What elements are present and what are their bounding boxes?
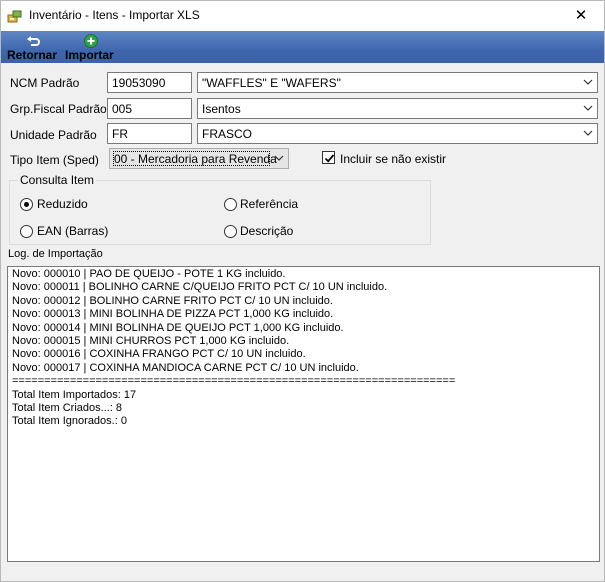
app-icon xyxy=(7,10,22,23)
ncm-description-value: "WAFFLES" E "WAFERS" xyxy=(202,76,341,90)
ncm-code-input[interactable]: 19053090 xyxy=(107,72,192,93)
log-line: ========================================… xyxy=(12,375,456,388)
log-line: Total Item Criados...: 8 xyxy=(12,402,123,415)
chevron-down-icon xyxy=(583,79,593,85)
radio-reduzido[interactable] xyxy=(20,198,33,211)
chevron-down-icon xyxy=(583,130,593,136)
title-bar: Inventário - Itens - Importar XLS ✕ xyxy=(1,1,604,31)
log-line: Novo: 000014 | MINI BOLINHA DE QUEIJO PC… xyxy=(12,321,344,334)
unidade-code-input[interactable]: FR xyxy=(107,123,192,144)
grp-fiscal-description-combo[interactable]: Isentos xyxy=(197,98,598,119)
chevron-down-icon xyxy=(274,155,284,161)
import-xls-window: Inventário - Itens - Importar XLS ✕ Reto… xyxy=(0,0,605,582)
close-icon[interactable]: ✕ xyxy=(558,1,604,31)
unidade-description-combo[interactable]: FRASCO xyxy=(197,123,598,144)
importar-label: Importar xyxy=(65,48,114,62)
add-circle-icon xyxy=(84,34,98,48)
radio-reduzido-label: Reduzido xyxy=(37,197,88,211)
grp-fiscal-description-value: Isentos xyxy=(202,102,241,116)
log-line: Novo: 000013 | MINI BOLINHA DE PIZZA PCT… xyxy=(12,308,334,321)
back-arrow-icon xyxy=(27,36,40,46)
log-line: Novo: 000016 | COXINHA FRANGO PCT C/ 10 … xyxy=(12,348,306,361)
log-line: Novo: 000012 | BOLINHO CARNE FRITO PCT C… xyxy=(12,294,333,307)
log-label: Log. de Importação xyxy=(8,248,103,260)
log-line: Novo: 000015 | MINI CHURROS PCT 1,000 KG… xyxy=(12,335,290,348)
radio-referencia-label: Referência xyxy=(240,197,299,211)
unidade-description-value: FRASCO xyxy=(202,127,253,141)
retornar-label: Retornar xyxy=(7,48,58,62)
grp-fiscal-label: Grp.Fiscal Padrão xyxy=(10,102,107,116)
status-strip xyxy=(1,563,604,581)
log-line: Novo: 000017 | COXINHA MANDIOCA CARNE PC… xyxy=(12,361,359,374)
focus-rect xyxy=(113,151,270,166)
retornar-button[interactable]: Retornar xyxy=(5,31,61,63)
importar-button[interactable]: Importar xyxy=(63,31,119,63)
radio-descricao[interactable] xyxy=(224,225,237,238)
log-line: Novo: 000010 | PAO DE QUEIJO - POTE 1 KG… xyxy=(12,268,286,280)
form-area: NCM Padrão 19053090 "WAFFLES" E "WAFERS"… xyxy=(1,63,604,581)
consulta-item-legend: Consulta Item xyxy=(18,173,97,187)
checkmark-icon xyxy=(324,154,335,163)
toolbar: Retornar Importar xyxy=(1,31,604,63)
tipo-item-label: Tipo Item (Sped) xyxy=(10,153,99,167)
import-log-textarea[interactable]: Novo: 000010 | PAO DE QUEIJO - POTE 1 KG… xyxy=(7,266,600,562)
window-title: Inventário - Itens - Importar XLS xyxy=(29,8,200,22)
radio-ean[interactable] xyxy=(20,225,33,238)
grp-fiscal-code-input[interactable]: 005 xyxy=(107,98,192,119)
ncm-description-combo[interactable]: "WAFFLES" E "WAFERS" xyxy=(197,72,598,93)
ncm-label: NCM Padrão xyxy=(10,76,80,90)
radio-descricao-label: Descrição xyxy=(240,224,294,238)
radio-ean-label: EAN (Barras) xyxy=(37,224,109,238)
tipo-item-select[interactable]: 00 - Mercadoria para Revenda xyxy=(109,148,289,169)
chevron-down-icon xyxy=(583,105,593,111)
incluir-checkbox[interactable] xyxy=(322,151,335,164)
radio-referencia[interactable] xyxy=(224,198,237,211)
log-line: Total Item Importados: 17 xyxy=(12,388,137,401)
log-line: Novo: 000011 | BOLINHO CARNE C/QUEIJO FR… xyxy=(12,281,388,294)
consulta-item-group: Consulta Item Reduzido Referência EAN (B… xyxy=(9,173,431,245)
unidade-label: Unidade Padrão xyxy=(10,128,97,142)
incluir-label: Incluir se não existir xyxy=(340,152,447,166)
log-line: Total Item Ignorados.: 0 xyxy=(12,415,127,428)
